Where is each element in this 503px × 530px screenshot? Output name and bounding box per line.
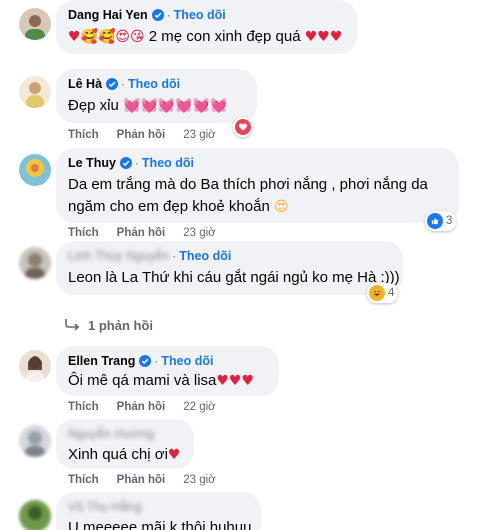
avatar[interactable] [19,76,51,108]
avatar[interactable] [19,154,51,186]
like-button[interactable]: Thích [68,474,99,486]
avatar[interactable] [19,350,51,382]
comment-hearts: ♥♥♥ [216,373,255,389]
comment-timestamp[interactable]: 23 giờ [183,129,215,141]
follow-button[interactable]: Theo dõi [128,77,180,91]
comment-text: ♥🥰🥰😍😘 2 mẹ con xinh đẹp quá ♥♥♥ [68,28,343,45]
heart-reaction-icon [235,119,251,135]
haha-reaction-icon [369,285,385,301]
comment-text: Đẹp xỉu 💓💓💓💓💓💓 [68,97,228,114]
reply-arrow-icon [64,318,80,333]
replies-count[interactable]: 1 phản hồi [88,318,153,333]
comment-author[interactable]: Nguyễn Hương [68,427,154,441]
comment-bubble: Vũ Thu Hằng U meeeee mãi k thôi huhuu [56,492,261,530]
comment-timestamp[interactable]: 22 giờ [183,401,215,413]
verified-badge-icon [151,9,164,21]
comment-emojis: ♥🥰🥰😍😘 [68,29,145,45]
comment-timestamp[interactable]: 23 giờ [183,227,215,239]
comment-bubble: Nguyễn Hương Xinh quá chị ơi♥ [56,419,194,469]
comment-actions: Thích Phản hồi 22 giờ [68,401,216,413]
comment-bubble: Lê Hà · Theo dõi Đẹp xỉu 💓💓💓💓💓💓 [56,69,257,123]
follow-button[interactable]: Theo dõi [161,354,213,368]
comment-actions: Thích Phản hồi 23 giờ [68,474,216,486]
comment-bubble: Ellen Trang · Theo dõi Ôi mê qá mami và … [56,346,279,396]
reply-button[interactable]: Phản hồi [117,129,166,141]
comment-author[interactable]: Lê Hà [68,77,102,91]
reaction-count: 3 [446,215,453,227]
follow-button[interactable]: Theo dõi [142,156,194,170]
comment-author[interactable]: Le Thuy [68,156,116,170]
comment-bubble: Linh Thùy Nguyễn · Theo dõi Leon là La T… [56,241,403,295]
comment-author[interactable]: Vũ Thu Hằng [68,500,141,514]
verified-badge-icon [106,78,119,90]
reaction-summary[interactable]: 3 [425,211,457,231]
reply-button[interactable]: Phản hồi [117,401,166,413]
avatar[interactable] [19,425,51,457]
comment-author[interactable]: Ellen Trang [68,354,135,368]
reaction-summary[interactable] [233,117,253,137]
comment-hearts: ♥♥♥ [304,29,343,45]
comment-text: Ôi mê qá mami và lisa♥♥♥ [68,372,255,389]
avatar[interactable] [19,500,51,530]
comment-text: U meeeee mãi k thôi huhuu [68,519,252,530]
comment-actions: Thích Phản hồi 23 giờ [68,227,216,239]
comment-actions: Thích Phản hồi 23 giờ [68,129,216,141]
comment-emoji: 😍 [273,199,289,215]
comment-bubble: Le Thuy · Theo dõi Da em trắng mà do Ba … [56,148,459,223]
verified-badge-icon [119,157,132,169]
follow-button[interactable]: Theo dõi [174,8,226,22]
reply-button[interactable]: Phản hồi [117,474,166,486]
view-replies-link[interactable]: 1 phản hồi [64,318,153,333]
reaction-count: 4 [388,287,395,299]
like-button[interactable]: Thích [68,401,99,413]
like-button[interactable]: Thích [68,227,99,239]
follow-button[interactable]: Theo dõi [179,249,231,263]
comment-author[interactable]: Linh Thùy Nguyễn [68,249,169,263]
comment-author[interactable]: Dang Hai Yen [68,8,148,22]
comment-hearts: 💓💓💓💓💓💓 [123,98,228,114]
comment-text: Da em trắng mà do Ba thích phơi nắng , p… [68,176,428,215]
reaction-summary[interactable]: 4 [367,283,399,303]
like-reaction-icon [427,213,443,229]
avatar[interactable] [19,247,51,279]
comment-bubble: Dang Hai Yen · Theo dõi ♥🥰🥰😍😘 2 mẹ con x… [56,0,357,54]
avatar[interactable] [19,8,51,40]
verified-badge-icon [139,355,152,367]
comment-text: Xinh quá chị ơi♥ [68,446,181,463]
comment-text: Leon là La Thứ khi cáu gắt ngái ngủ ko m… [68,269,400,286]
reply-button[interactable]: Phản hồi [117,227,166,239]
comment-timestamp[interactable]: 23 giờ [183,474,215,486]
like-button[interactable]: Thích [68,129,99,141]
comment-heart: ♥ [167,447,181,463]
